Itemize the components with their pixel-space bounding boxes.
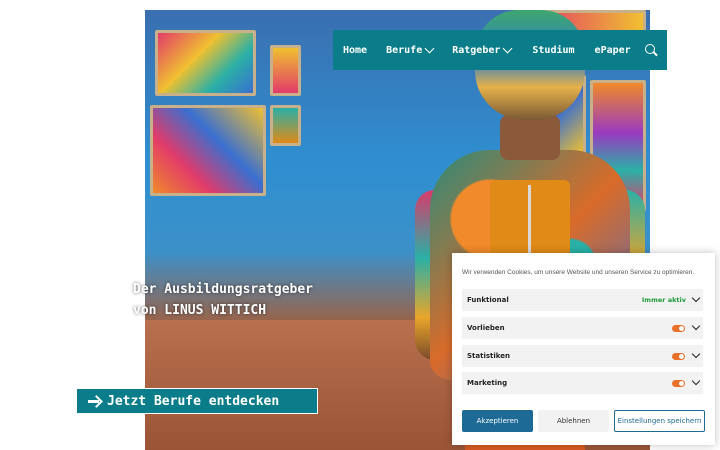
cookie-toggle[interactable] — [672, 352, 685, 360]
hero-title: Der Ausbildungsratgeber von LINUS WITTIC… — [133, 279, 313, 321]
nav-item-label: ePaper — [594, 44, 631, 56]
painting — [270, 105, 301, 146]
main-nav: Home Berufe Ratgeber Studium ePaper — [333, 30, 667, 70]
cookie-category-statistiken[interactable]: Statistiken — [462, 345, 703, 367]
nav-item-label: Ratgeber — [452, 44, 501, 56]
hero-title-line-2: von LINUS WITTICH — [133, 303, 267, 318]
arrow-right-icon — [88, 394, 103, 408]
cookie-toggle[interactable] — [672, 379, 685, 387]
painting — [155, 30, 256, 96]
hero-title-line-1: Der Ausbildungsratgeber — [133, 282, 314, 297]
painting — [270, 45, 301, 96]
cookie-category-label: Statistiken — [467, 352, 510, 360]
nav-item-ratgeber[interactable]: Ratgeber — [452, 43, 513, 56]
cta-label: Jetzt Berufe entdecken — [107, 393, 280, 409]
cookie-category-label: Marketing — [467, 379, 508, 387]
chevron-down-icon — [502, 43, 513, 54]
search-icon[interactable] — [645, 44, 658, 57]
nav-item-label: Berufe — [386, 44, 423, 56]
cookie-toggle[interactable] — [672, 324, 685, 332]
painting — [150, 105, 266, 196]
accept-button[interactable]: Akzeptieren — [462, 410, 533, 432]
nav-item-berufe[interactable]: Berufe — [386, 43, 435, 56]
cookie-category-funktional[interactable]: Funktional Immer aktiv — [462, 289, 703, 311]
always-active-badge: Immer aktiv — [641, 296, 686, 304]
chevron-down-icon — [424, 43, 435, 54]
cookie-category-label: Funktional — [467, 296, 509, 304]
nav-item-label: Studium — [532, 44, 575, 56]
chevron-down-icon[interactable] — [691, 376, 701, 386]
chevron-down-icon[interactable] — [691, 293, 701, 303]
reject-button[interactable]: Ablehnen — [538, 410, 609, 432]
figure-neck — [500, 115, 560, 160]
nav-item-label: Home — [343, 44, 368, 56]
chevron-down-icon[interactable] — [691, 349, 701, 359]
cookie-text: Wir verwenden Cookies, um unsere Website… — [462, 269, 695, 276]
chevron-down-icon[interactable] — [691, 321, 701, 331]
nav-item-epaper[interactable]: ePaper — [595, 45, 631, 56]
cookie-category-label: Vorlieben — [467, 324, 505, 332]
save-settings-button[interactable]: Einstellungen speichern — [614, 410, 705, 432]
cookie-category-vorlieben[interactable]: Vorlieben — [462, 317, 703, 339]
cta-button[interactable]: Jetzt Berufe entdecken — [76, 388, 318, 414]
cookie-category-marketing[interactable]: Marketing — [462, 372, 703, 394]
nav-item-home[interactable]: Home — [343, 45, 367, 56]
nav-item-studium[interactable]: Studium — [532, 45, 574, 56]
